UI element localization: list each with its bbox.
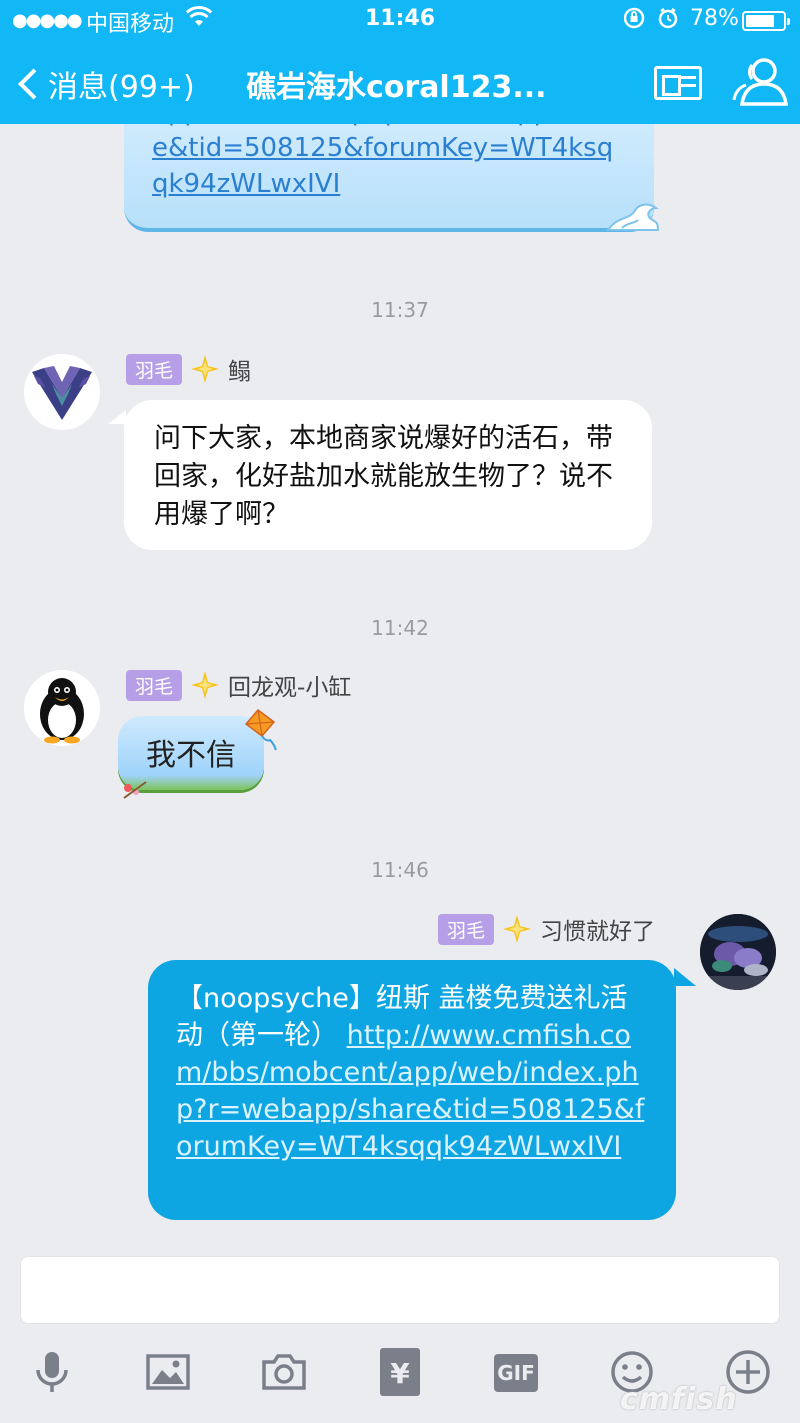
- sender-nickname[interactable]: 鳎: [228, 352, 251, 386]
- avatar[interactable]: [24, 354, 100, 430]
- image-icon[interactable]: [144, 1348, 192, 1396]
- reef-avatar-icon: [700, 914, 776, 990]
- message-bubble-sent[interactable]: 【noopsyche】纽斯 盖楼免费送礼活动（第一轮） http://www.c…: [148, 960, 676, 1220]
- avatar-logo-icon: [32, 366, 92, 420]
- message-bubble[interactable]: 问下大家，本地商家说爆好的活石，带回家，化好盐加水就能放生物了？说不用爆了啊？: [124, 400, 652, 550]
- sender-meta: 羽毛 鳎: [126, 352, 251, 386]
- sender-nickname[interactable]: 回龙观-小缸: [228, 668, 351, 702]
- star-icon: [191, 355, 220, 383]
- back-label: 消息(99+): [48, 70, 195, 105]
- gif-icon[interactable]: GIF: [494, 1354, 538, 1392]
- nav-bar: 消息(99+) 礁岩海水coral123...: [0, 44, 800, 124]
- sender-nickname[interactable]: 习惯就好了: [540, 912, 655, 946]
- message-link[interactable]: app/web/index.php?r=webapp/share&tid=508…: [152, 124, 626, 202]
- alarm-icon: [658, 7, 678, 29]
- sender-meta: 羽毛 回龙观-小缸: [126, 668, 351, 702]
- level-badge: 羽毛: [126, 669, 183, 701]
- red-packet-icon[interactable]: ¥: [380, 1348, 420, 1396]
- message-text: 我不信: [146, 738, 236, 773]
- star-icon: [503, 915, 532, 943]
- microphone-icon[interactable]: [28, 1348, 76, 1396]
- level-badge: 羽毛: [126, 353, 183, 385]
- level-badge: 羽毛: [438, 913, 495, 945]
- camera-icon[interactable]: [260, 1348, 308, 1396]
- avatar[interactable]: [24, 670, 100, 746]
- flower-icon: [123, 781, 147, 799]
- bubble-tail: [674, 968, 696, 986]
- chat-area[interactable]: app/web/index.php?r=webapp/share&tid=508…: [0, 124, 800, 1240]
- penguin-avatar-icon: [40, 678, 84, 744]
- sender-meta: 羽毛 习惯就好了: [438, 912, 655, 946]
- status-bar: ●●●●● 中国移动 11:46 78%: [0, 0, 800, 40]
- status-icons: [623, 6, 684, 35]
- kite-icon: [244, 708, 277, 751]
- star-icon: [191, 671, 220, 699]
- timestamp: 11:46: [371, 858, 429, 882]
- rotation-lock-icon: [623, 7, 645, 29]
- message-input[interactable]: [20, 1256, 780, 1324]
- timestamp: 11:42: [371, 616, 429, 640]
- battery-icon: [742, 11, 790, 31]
- group-card-icon[interactable]: [654, 66, 702, 100]
- battery-percentage: 78%: [690, 6, 739, 31]
- message-bubble-previous[interactable]: app/web/index.php?r=webapp/share&tid=508…: [124, 124, 660, 232]
- bubble-tail: [108, 410, 126, 424]
- top-bar: ●●●●● 中国移动 11:46 78% 消息(99+) 礁岩海水coral12…: [0, 0, 800, 124]
- group-members-icon[interactable]: [732, 56, 789, 108]
- watermark: cmfish: [620, 1382, 738, 1417]
- avatar[interactable]: [700, 914, 776, 990]
- wave-decoration-icon: [606, 203, 660, 231]
- chat-title: 礁岩海水coral123...: [246, 70, 547, 105]
- chevron-left-icon: [18, 68, 50, 100]
- timestamp: 11:37: [371, 298, 429, 322]
